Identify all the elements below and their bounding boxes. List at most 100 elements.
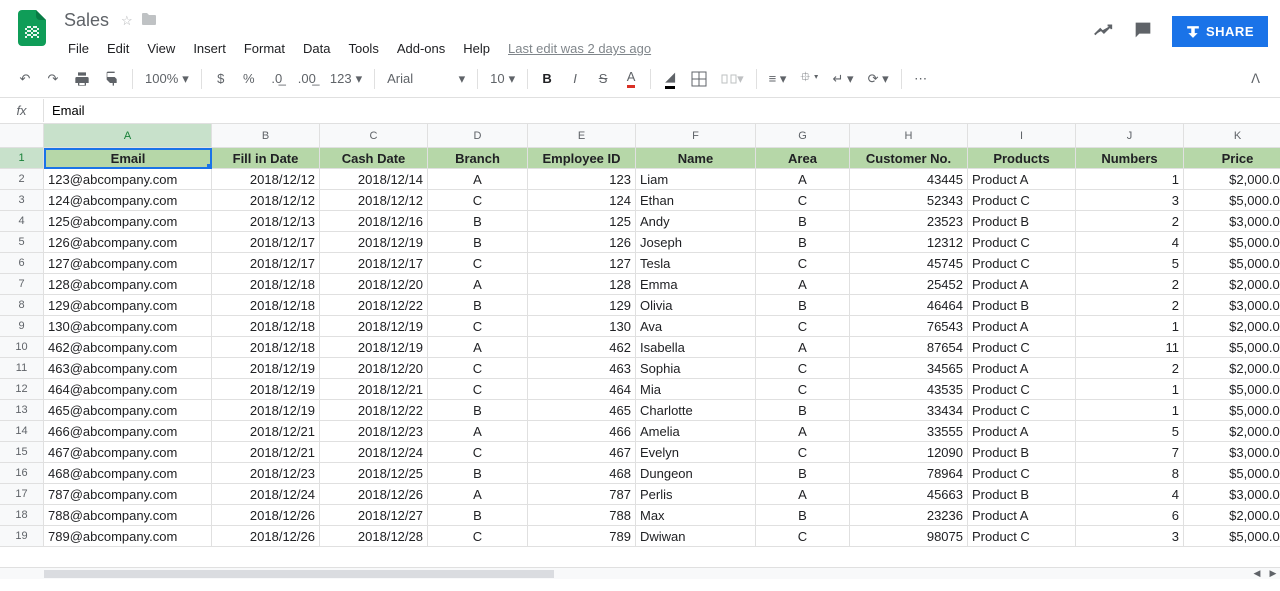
cell[interactable]: 2018/12/22 <box>320 295 428 316</box>
cell[interactable]: 8 <box>1076 463 1184 484</box>
merge-button[interactable]: ▾ <box>715 66 750 92</box>
cell[interactable]: 788 <box>528 505 636 526</box>
cell[interactable]: 12312 <box>850 232 968 253</box>
cell[interactable]: 2018/12/19 <box>320 337 428 358</box>
select-all-corner[interactable] <box>0 124 44 148</box>
cell[interactable]: 125 <box>528 211 636 232</box>
cell[interactable]: 128 <box>528 274 636 295</box>
cell[interactable]: 2018/12/17 <box>212 232 320 253</box>
cell[interactable]: 462@abcompany.com <box>44 337 212 358</box>
formula-input[interactable] <box>44 99 1280 122</box>
cell[interactable]: 2 <box>1076 295 1184 316</box>
row-header-17[interactable]: 17 <box>0 484 44 505</box>
cell[interactable]: 33434 <box>850 400 968 421</box>
menu-edit[interactable]: Edit <box>99 37 137 60</box>
cell[interactable]: 2018/12/23 <box>212 463 320 484</box>
cell[interactable]: Dwiwan <box>636 526 756 547</box>
cell[interactable]: 129@abcompany.com <box>44 295 212 316</box>
cell[interactable]: 46464 <box>850 295 968 316</box>
menu-data[interactable]: Data <box>295 37 338 60</box>
cell[interactable]: $3,000.00 <box>1184 442 1280 463</box>
cell[interactable]: Product A <box>968 274 1076 295</box>
cell[interactable]: Amelia <box>636 421 756 442</box>
cell[interactable]: B <box>756 400 850 421</box>
cell[interactable]: 87654 <box>850 337 968 358</box>
cell[interactable]: $5,000.00 <box>1184 400 1280 421</box>
cell[interactable]: B <box>756 505 850 526</box>
cell[interactable]: $2,000.00 <box>1184 421 1280 442</box>
cell[interactable]: 124 <box>528 190 636 211</box>
cell[interactable]: 43535 <box>850 379 968 400</box>
cell[interactable]: Product C <box>968 337 1076 358</box>
cell[interactable]: 787 <box>528 484 636 505</box>
star-icon[interactable]: ☆ <box>121 13 133 29</box>
cell[interactable]: 2018/12/26 <box>320 484 428 505</box>
zoom-dropdown[interactable]: 100% ▾ <box>139 67 195 91</box>
horizontal-scrollbar[interactable]: ◀ ▶ <box>0 567 1280 579</box>
cell[interactable]: 463@abcompany.com <box>44 358 212 379</box>
cell[interactable]: 2018/12/12 <box>320 190 428 211</box>
cell[interactable]: 78964 <box>850 463 968 484</box>
cell[interactable]: $5,000.00 <box>1184 526 1280 547</box>
cell[interactable]: C <box>428 253 528 274</box>
cell[interactable]: $2,000.00 <box>1184 505 1280 526</box>
cell[interactable]: 7 <box>1076 442 1184 463</box>
cell[interactable]: C <box>428 316 528 337</box>
header-cell[interactable]: Name <box>636 148 756 169</box>
cell[interactable]: 463 <box>528 358 636 379</box>
cell[interactable]: B <box>428 211 528 232</box>
bold-button[interactable]: B <box>534 66 560 92</box>
col-header-I[interactable]: I <box>968 124 1076 148</box>
cell[interactable]: C <box>756 190 850 211</box>
cell[interactable]: Perlis <box>636 484 756 505</box>
header-cell[interactable]: Numbers <box>1076 148 1184 169</box>
cell[interactable]: 789@abcompany.com <box>44 526 212 547</box>
cell[interactable]: B <box>428 400 528 421</box>
cell[interactable]: 1 <box>1076 379 1184 400</box>
paint-format-button[interactable] <box>98 66 126 92</box>
cell[interactable]: Product B <box>968 295 1076 316</box>
cell[interactable]: 2018/12/18 <box>212 295 320 316</box>
cell[interactable]: B <box>428 232 528 253</box>
cell[interactable]: 2018/12/17 <box>320 253 428 274</box>
cell[interactable]: 12090 <box>850 442 968 463</box>
cell[interactable]: C <box>428 442 528 463</box>
cell[interactable]: 2018/12/20 <box>320 274 428 295</box>
number-format-dropdown[interactable]: 123 ▾ <box>324 67 368 91</box>
cell[interactable]: 789 <box>528 526 636 547</box>
row-header-10[interactable]: 10 <box>0 337 44 358</box>
text-color-button[interactable]: A <box>618 66 644 92</box>
print-button[interactable] <box>68 66 96 92</box>
row-header-14[interactable]: 14 <box>0 421 44 442</box>
row-header-8[interactable]: 8 <box>0 295 44 316</box>
cell[interactable]: 466 <box>528 421 636 442</box>
cell[interactable]: A <box>428 421 528 442</box>
cell[interactable]: 2 <box>1076 211 1184 232</box>
cell[interactable]: 125@abcompany.com <box>44 211 212 232</box>
cell[interactable]: 126 <box>528 232 636 253</box>
cell[interactable]: 2018/12/28 <box>320 526 428 547</box>
cell[interactable]: 2018/12/18 <box>212 337 320 358</box>
cell[interactable]: C <box>756 526 850 547</box>
cell[interactable]: A <box>756 421 850 442</box>
cell[interactable]: 468@abcompany.com <box>44 463 212 484</box>
cell[interactable]: $5,000.00 <box>1184 190 1280 211</box>
header-cell[interactable]: Customer No. <box>850 148 968 169</box>
col-header-H[interactable]: H <box>850 124 968 148</box>
cell[interactable]: 2018/12/16 <box>320 211 428 232</box>
cell[interactable]: 2018/12/12 <box>212 190 320 211</box>
cell[interactable]: Isabella <box>636 337 756 358</box>
cell[interactable]: 45663 <box>850 484 968 505</box>
row-header-5[interactable]: 5 <box>0 232 44 253</box>
cell[interactable]: 2018/12/19 <box>212 400 320 421</box>
cell[interactable]: 4 <box>1076 232 1184 253</box>
row-header-12[interactable]: 12 <box>0 379 44 400</box>
cell[interactable]: 126@abcompany.com <box>44 232 212 253</box>
cell[interactable]: Ethan <box>636 190 756 211</box>
col-header-K[interactable]: K <box>1184 124 1280 148</box>
cell[interactable]: 2018/12/19 <box>212 358 320 379</box>
header-cell[interactable]: Branch <box>428 148 528 169</box>
menu-tools[interactable]: Tools <box>340 37 386 60</box>
col-header-G[interactable]: G <box>756 124 850 148</box>
row-header-4[interactable]: 4 <box>0 211 44 232</box>
